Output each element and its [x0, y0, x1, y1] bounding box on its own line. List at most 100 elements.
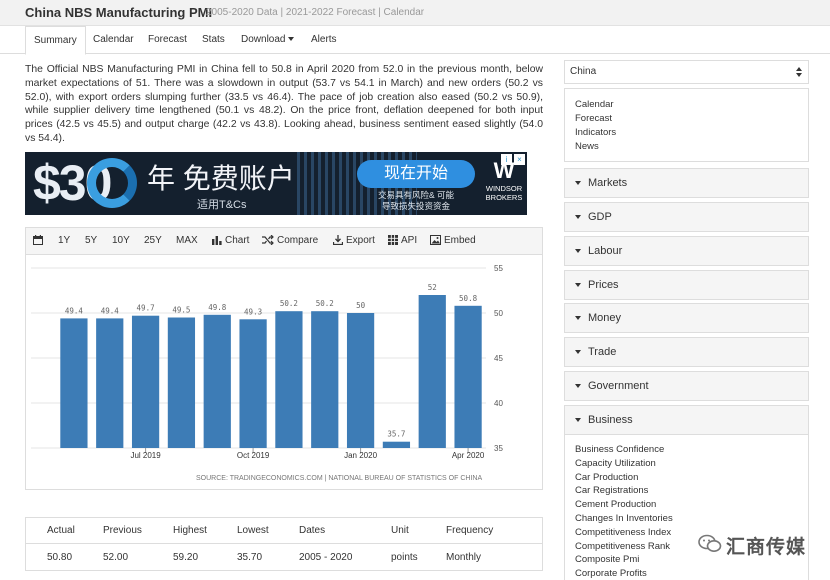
bar-value-label: 50 — [356, 301, 366, 310]
accordion-business[interactable]: Business — [564, 405, 809, 435]
wechat-icon — [698, 534, 722, 552]
shuffle-icon — [262, 234, 274, 246]
embed-button-label: Embed — [444, 235, 476, 246]
sidebar-link-calendar[interactable]: Calendar — [575, 98, 798, 112]
chart-bar — [60, 318, 88, 448]
tab-stats[interactable]: Stats — [194, 26, 233, 54]
x-tick-label: Oct 2019 — [237, 451, 270, 460]
stats-value-previous: 52.00 — [103, 552, 129, 563]
caret-down-icon — [575, 418, 581, 423]
chart-bar — [346, 313, 375, 448]
watermark-text: 汇商传媒 — [726, 537, 807, 558]
compare-button[interactable]: Compare — [262, 228, 318, 254]
x-tick-label: Apr 2020 — [452, 451, 485, 460]
list-item[interactable]: Corporate Profits — [575, 567, 798, 580]
accordion-trade[interactable]: Trade — [564, 337, 809, 367]
chart-bar — [275, 311, 303, 448]
tab-alerts[interactable]: Alerts — [303, 26, 345, 54]
accordion-label: Business — [588, 414, 633, 426]
tab-forecast[interactable]: Forecast — [140, 26, 195, 54]
stats-header-unit: Unit — [391, 525, 409, 536]
caret-down-icon — [575, 384, 581, 389]
chart-bar — [167, 317, 196, 448]
bar-value-label: 35.7 — [387, 430, 405, 439]
chart-button[interactable]: Chart — [212, 228, 249, 254]
range-max-button[interactable]: MAX — [176, 228, 198, 254]
y-tick-label: 55 — [494, 264, 503, 273]
country-select[interactable]: China — [564, 60, 809, 84]
summary-text: The Official NBS Manufacturing PMI in Ch… — [25, 64, 543, 144]
stats-header-actual: Actual — [47, 525, 75, 536]
accordion-labour[interactable]: Labour — [564, 236, 809, 266]
y-tick-label: 35 — [494, 444, 503, 453]
caret-down-icon — [575, 316, 581, 321]
sidebar-link-indicators[interactable]: Indicators — [575, 126, 798, 140]
ad-cta-button[interactable]: 现在开始 — [357, 160, 475, 188]
caret-down-icon — [288, 37, 295, 42]
chart-bar — [454, 305, 482, 448]
caret-down-icon — [575, 181, 581, 186]
stats-value-highest: 59.20 — [173, 552, 199, 563]
stats-header-frequency: Frequency — [446, 525, 494, 536]
download-icon — [332, 235, 344, 246]
chart-bar — [418, 295, 446, 448]
select-arrows-icon — [796, 67, 802, 77]
y-tick-label: 40 — [494, 399, 503, 408]
export-button[interactable]: Export — [332, 228, 375, 254]
api-button-label: API — [401, 235, 418, 246]
list-item[interactable]: Business Confidence — [575, 443, 798, 457]
bar-value-label: 49.5 — [172, 306, 190, 315]
range-5y-button[interactable]: 5Y — [85, 228, 97, 254]
accordion-gdp[interactable]: GDP — [564, 202, 809, 232]
sidebar-link-forecast[interactable]: Forecast — [575, 112, 798, 126]
caret-down-icon — [575, 215, 581, 220]
chart-bar — [311, 311, 339, 448]
stats-header-previous: Previous — [103, 525, 142, 536]
stats-header-dates: Dates — [299, 525, 326, 536]
tab-calendar[interactable]: Calendar — [85, 26, 142, 54]
caret-down-icon — [575, 283, 581, 288]
range-25y-button[interactable]: 25Y — [144, 228, 162, 254]
table-icon — [388, 235, 398, 245]
accordion-prices[interactable]: Prices — [564, 270, 809, 300]
list-item[interactable]: Capacity Utilization — [575, 457, 798, 471]
tab-summary[interactable]: Summary — [25, 26, 86, 55]
sidebar-link-news[interactable]: News — [575, 140, 798, 154]
country-select-value: China — [570, 66, 597, 77]
accordion-markets[interactable]: Markets — [564, 168, 809, 198]
ad-info-icon[interactable]: i — [501, 154, 512, 165]
x-tick-label: Jan 2020 — [344, 451, 377, 460]
ad-banner[interactable]: $30 年 免费账户 适用T&Cs 现在开始 交易具有风险& 可能 导致损失投资… — [25, 152, 527, 215]
accordion-label: Government — [588, 380, 649, 392]
sidebar-links: Calendar Forecast Indicators News — [564, 88, 809, 162]
chart-toolbar: 1Y 5Y 10Y 25Y MAX Chart Compare Export A… — [25, 227, 543, 255]
range-10y-button[interactable]: 10Y — [112, 228, 130, 254]
bar-value-label: 50.2 — [316, 299, 334, 308]
bar-value-label: 49.4 — [65, 306, 84, 315]
list-item[interactable]: Car Production — [575, 471, 798, 485]
page-subtitle[interactable]: 2005-2020 Data | 2021-2022 Forecast | Ca… — [206, 7, 424, 18]
accordion-label: Money — [588, 312, 622, 324]
accordion-government[interactable]: Government — [564, 371, 809, 401]
accordion-label: Trade — [588, 346, 617, 358]
title-bar: China NBS Manufacturing PMI 2005-2020 Da… — [0, 0, 830, 26]
accordion-money[interactable]: Money — [564, 303, 809, 333]
list-item[interactable]: Car Registrations — [575, 484, 798, 498]
caret-down-icon — [575, 350, 581, 355]
chart-bar — [239, 319, 267, 448]
accordion-label: Prices — [588, 279, 619, 291]
accordion-label: Labour — [588, 245, 623, 257]
list-item[interactable]: Cement Production — [575, 498, 798, 512]
watermark: 汇商传媒 — [698, 530, 828, 558]
tab-download[interactable]: Download — [233, 26, 302, 54]
ad-close-icon[interactable]: × — [514, 154, 525, 165]
image-icon — [430, 235, 441, 245]
list-item[interactable]: Changes In Inventories — [575, 512, 798, 526]
stats-header-lowest: Lowest — [237, 525, 269, 536]
api-button[interactable]: API — [388, 228, 417, 254]
y-tick-label: 50 — [494, 309, 503, 318]
calendar-icon[interactable] — [33, 228, 46, 254]
chart-bar — [96, 318, 124, 448]
range-1y-button[interactable]: 1Y — [58, 228, 70, 254]
embed-button[interactable]: Embed — [430, 228, 476, 254]
